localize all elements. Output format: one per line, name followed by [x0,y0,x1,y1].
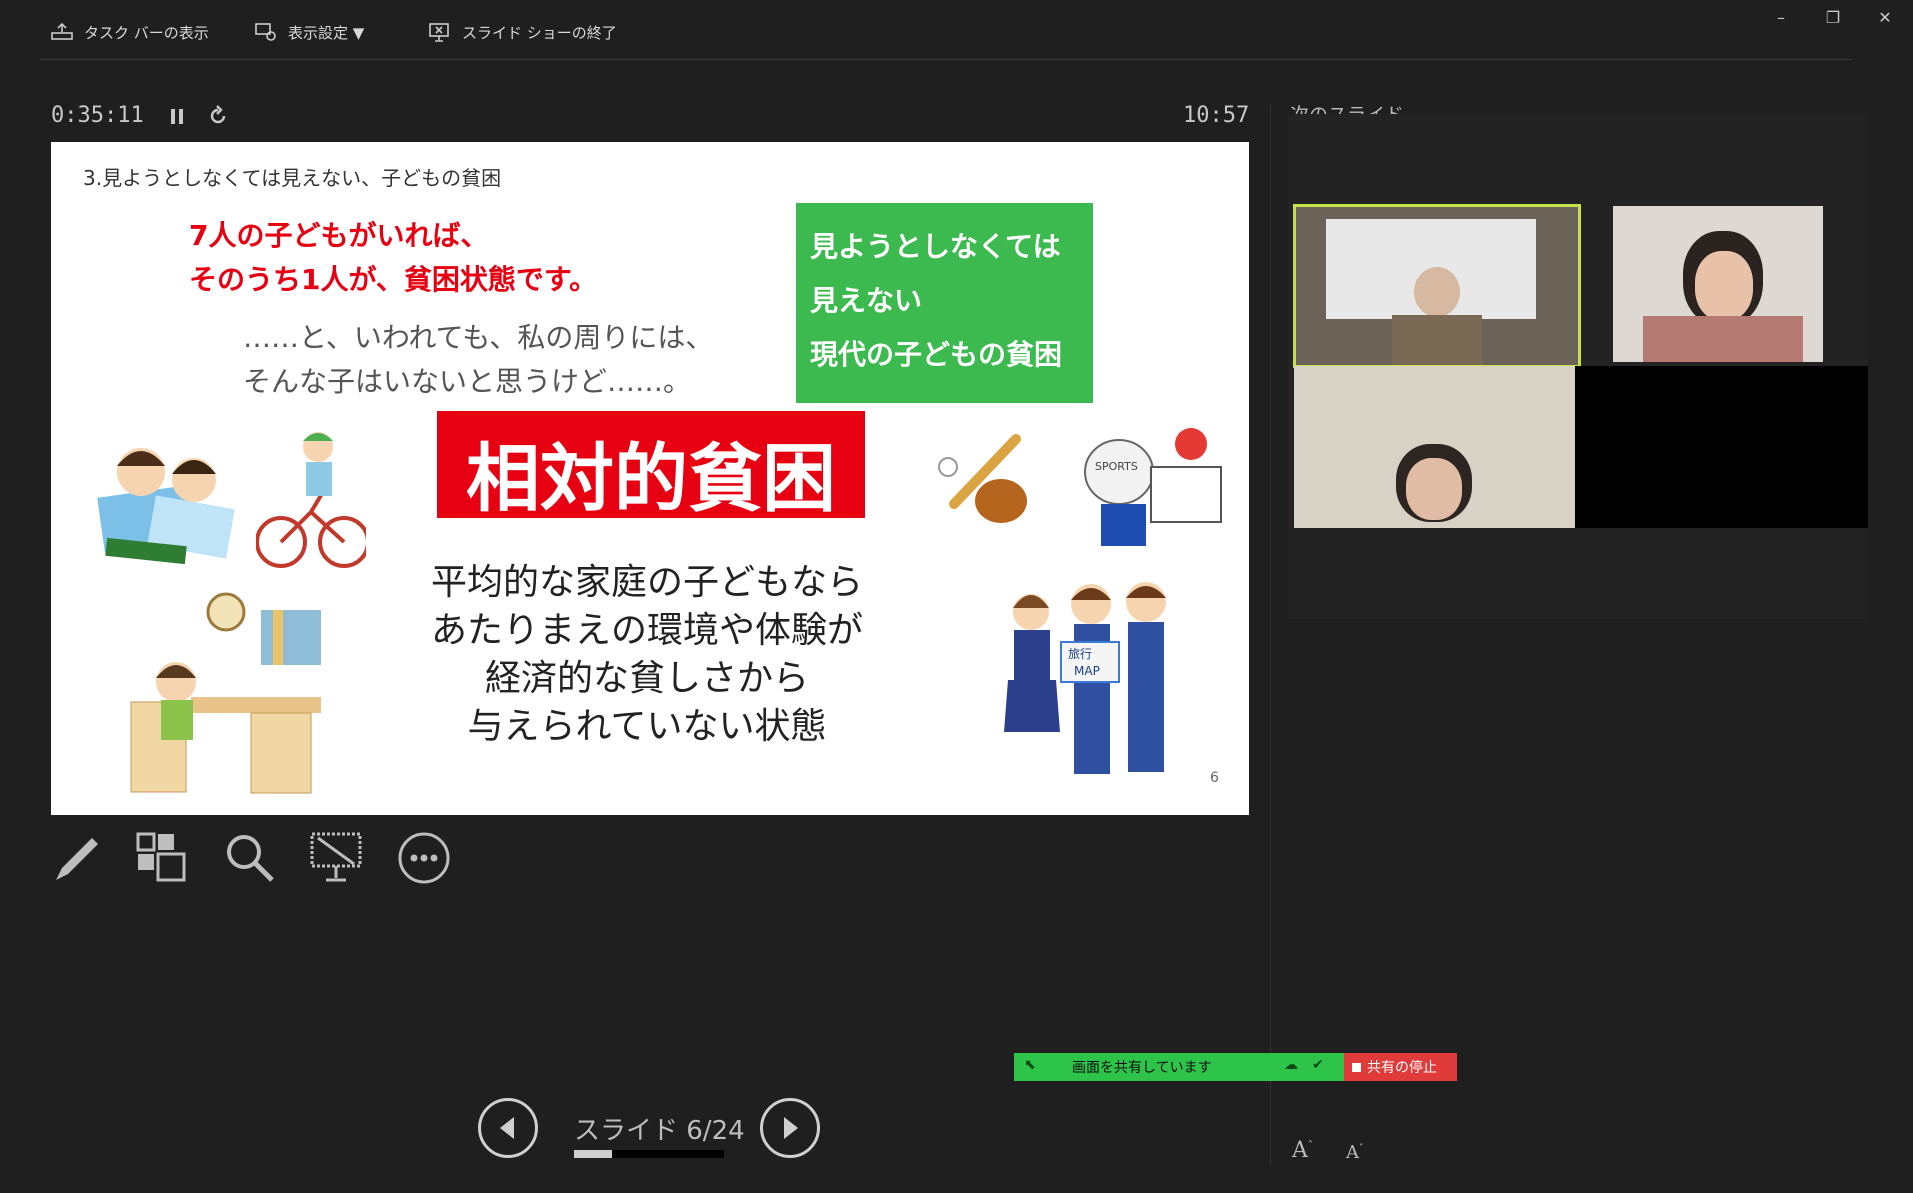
pen-icon [56,838,98,880]
display-settings-icon [255,23,276,41]
shield-icon: ✔ [1312,1057,1324,1073]
previous-icon [500,1117,514,1139]
clock: 10:57 [1183,103,1250,128]
decrease-font-button[interactable]: A˅ [1346,1142,1364,1163]
video-tile-2[interactable] [1613,206,1823,362]
increase-font-label: A [1292,1138,1308,1163]
see-all-slides-button[interactable] [134,830,190,886]
slide-progress-fill [574,1150,612,1158]
baseball-illustration [938,434,1027,523]
green-box-line-1: 見ようとしなくては [810,230,1061,263]
students-map-illustration: 旅行 MAP [1004,582,1166,774]
next-icon [784,1117,798,1139]
caret-down-icon: ˅ [1359,1144,1364,1154]
black-screen-button[interactable] [308,830,364,886]
bag-label: SPORTS [1095,460,1138,473]
body-line-4: 与えられていない状態 [467,706,827,747]
reset-icon [210,105,226,124]
children-reading-illustration [97,448,235,565]
end-slideshow-button[interactable]: スライド ショーの終了 [428,18,617,46]
body-line-3: 経済的な貧しさから [484,658,809,699]
decrease-font-label: A [1346,1142,1359,1163]
zoom-button[interactable] [222,830,278,886]
display-settings-button[interactable]: 表示設定 ▼ [254,18,364,46]
video-panel [1288,114,1868,619]
pause-timer-button[interactable] [168,106,188,128]
pen-tool-button[interactable] [48,830,104,886]
restore-button[interactable]: ❐ [1818,6,1848,30]
cloud-icon: ☁ [1284,1057,1298,1073]
participant-2-face [1695,251,1753,321]
next-slide-label: 次のスライド [1290,100,1404,114]
body-line-1: 平均的な家庭の子どもなら [430,562,863,603]
increase-font-button[interactable]: A˄ [1292,1138,1313,1163]
sports-gear-illustration: SPORTS [1084,428,1222,546]
video-tile-4[interactable] [1575,366,1868,528]
sharing-status: ⬉ 画面を共有しています ☁ ✔ [1014,1053,1344,1081]
end-slideshow-label: スライド ショーの終了 [462,23,617,42]
pause-icon [171,109,183,124]
slide-red-line-2: そのうち1人が、貧困状態です。 [189,263,598,296]
body-line-2: あたりまえの環境や体験が [430,610,863,651]
minimize-button[interactable]: – [1766,6,1796,30]
video-tile-3[interactable] [1294,366,1575,528]
current-slide: 3.見ようとしなくては見えない、子どもの貧困 7人の子どもがいれば、 そのうち1… [51,142,1249,815]
sharing-text: 画面を共有しています [1072,1060,1212,1076]
map-label-1: 旅行 [1068,647,1092,661]
show-taskbar-label: タスク バーの表示 [84,23,209,42]
more-options-button[interactable] [396,830,452,886]
previous-slide-button[interactable] [478,1098,538,1158]
stop-share-label: 共有の停止 [1367,1060,1437,1076]
elapsed-timer: 0:35:11 [51,103,144,128]
slide-gray-line-1: ……と、いわれても、私の周りには、 [243,321,714,354]
slide-green-box: 見ようとしなくては 見えない 現代の子どもの貧困 [796,203,1093,403]
pane-divider [1270,105,1271,1165]
magnifier-icon [227,835,274,882]
next-slide-button[interactable] [760,1098,820,1158]
show-taskbar-button[interactable]: タスク バーの表示 [50,18,209,46]
child-cycling-illustration [256,432,366,568]
more-icon [398,832,450,884]
slide-banner: 相対的貧困 [437,411,865,522]
end-slideshow-icon [429,23,449,42]
slide-red-line-1: 7人の子どもがいれば、 [189,219,489,252]
toolbar-divider [40,59,1852,60]
stop-share-button[interactable]: 共有の停止 [1344,1053,1457,1081]
slides-grid-icon [136,832,186,882]
pin-icon: ⬉ [1024,1057,1036,1073]
participant-2-body [1643,316,1803,362]
participant-1-face [1414,267,1460,317]
slide-title: 3.見ようとしなくては見えない、子どもの貧困 [83,166,502,190]
slide-counter: スライド 6/24 [574,1116,745,1146]
slide-gray-line-2: そんな子はいないと思うけど……。 [243,365,692,398]
map-label-2: MAP [1074,664,1100,678]
banner-text: 相対的貧困 [466,436,836,522]
green-box-line-2: 見えない [810,284,923,317]
reset-timer-button[interactable] [206,104,230,128]
participant-3-face [1406,458,1462,520]
screen-toggle-icon [310,832,362,882]
close-button[interactable]: ✕ [1870,6,1900,30]
taskbar-icon [51,22,73,40]
caret-up-icon: ˄ [1307,1140,1313,1152]
slide-page-number: 6 [1210,770,1219,786]
video-tile-1[interactable] [1293,204,1581,368]
screen-share-bar: ⬉ 画面を共有しています ☁ ✔ 共有の停止 [1014,1053,1457,1081]
display-settings-label: 表示設定 ▼ [288,23,365,42]
green-box-line-3: 現代の子どもの貧困 [810,338,1063,371]
child-studying-illustration [130,592,321,794]
slide-progress-track [574,1150,724,1158]
stop-icon [1352,1062,1361,1072]
participant-1-body [1392,315,1482,365]
